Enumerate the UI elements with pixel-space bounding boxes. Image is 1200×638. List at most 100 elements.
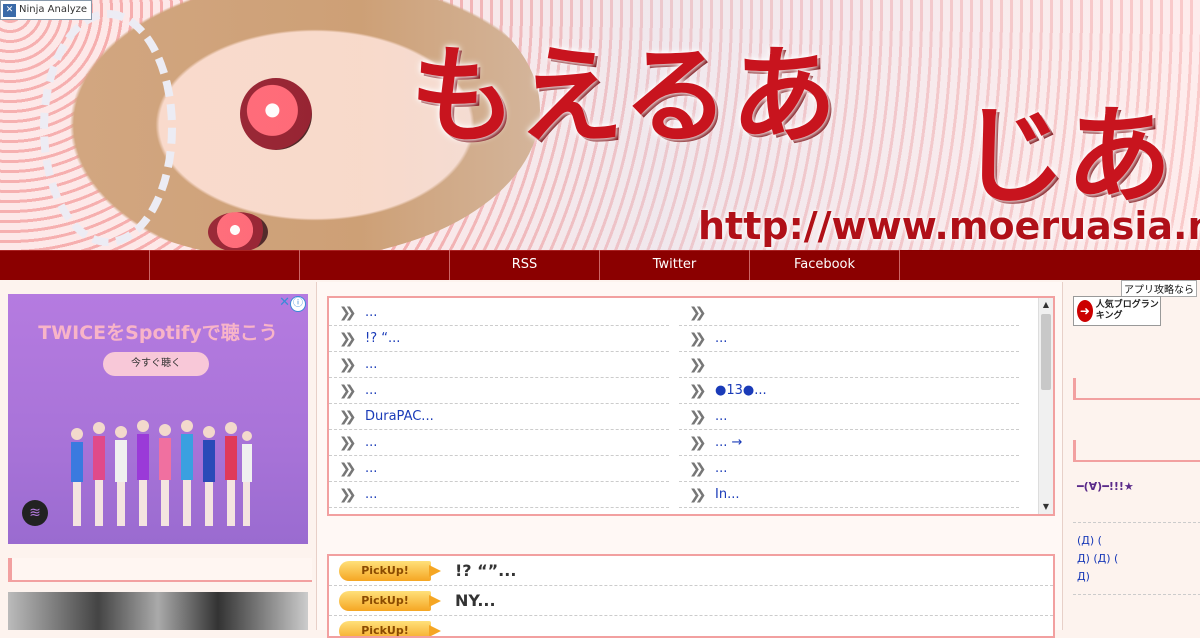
blog-ranking-banner[interactable]: ➜ 人気ブログランキング [1073,296,1161,326]
scroll-down-icon[interactable]: ▼ [1039,500,1053,514]
article-list-box[interactable]: ❯❯... ❯❯ !? “... ❯❯... ❯❯... ❯❯ DuraPAC...… [327,296,1055,516]
ad-title: TWICEをSpotifyで聴こう [8,318,308,345]
pickup-title[interactable]: !? “”... [455,561,516,580]
pickup-item[interactable]: PickUp! !? “”... [329,556,1053,586]
right-separator [1073,522,1200,523]
list-item[interactable]: ❯❯ ... → [679,430,1019,456]
list-item[interactable]: ❯❯... [329,430,669,456]
ninja-icon: ✕ [3,4,16,17]
right-section-heading [1073,440,1200,462]
nav-tab-3[interactable] [300,250,450,280]
nav-tab-1[interactable] [0,250,150,280]
list-item[interactable]: ❯❯... [329,352,669,378]
right-separator [1073,594,1200,595]
scroll-thumb[interactable] [1041,314,1051,390]
double-chevron-icon: ❯❯ [689,461,709,477]
ad-group-photo [63,414,253,534]
double-chevron-icon: ❯❯ [689,305,709,321]
list-item-link[interactable]: ... [365,487,377,502]
spotify-ad-banner[interactable]: ⓘ ✕ TWICEをSpotifyで聴こう 今すぐ聴く ≋ [8,294,308,544]
list-scrollbar[interactable]: ▲ ▼ [1038,298,1053,514]
article-list-left: ❯❯... ❯❯ !? “... ❯❯... ❯❯... ❯❯ DuraPAC...… [329,300,669,508]
pickup-badge: PickUp! [339,561,431,581]
list-item-link[interactable]: In... [715,487,739,502]
pickup-item[interactable]: PickUp! [329,616,1053,638]
left-section-heading [8,558,312,582]
spotify-icon: ≋ [22,500,48,526]
double-chevron-icon: ❯❯ [689,409,709,425]
list-item-link[interactable]: ... [365,305,377,320]
double-chevron-icon: ❯❯ [339,331,359,347]
list-item[interactable]: ❯❯ DuraPAC... [329,404,669,430]
site-title-continued: じあ [960,70,1172,224]
double-chevron-icon: ❯❯ [339,305,359,321]
ranking-icon: ➜ [1077,300,1093,322]
site-url: http://www.moeruasia.net [698,204,1200,248]
list-item[interactable]: ❯❯ !? “... [329,326,669,352]
article-list-right: ❯❯ ❯❯... ❯❯ ❯❯ ●13●... ❯❯... ❯❯ ... → ❯❯..… [679,300,1019,508]
double-chevron-icon: ❯❯ [339,383,359,399]
app-guide-link[interactable]: アプリ攻略なら [1121,280,1197,297]
double-chevron-icon: ❯❯ [689,487,709,503]
nav-tab-facebook[interactable]: Facebook [750,250,900,280]
right-link-line[interactable]: Д) [1077,568,1197,586]
ad-info-icon[interactable]: ⓘ [290,296,306,312]
nav-tab-2[interactable] [150,250,300,280]
list-item-link[interactable]: ... [365,383,377,398]
list-item[interactable]: ❯❯... [329,456,669,482]
double-chevron-icon: ❯❯ [689,357,709,373]
main-content: ❯❯... ❯❯ !? “... ❯❯... ❯❯... ❯❯ DuraPAC...… [317,282,1062,630]
left-sidebar: ⓘ ✕ TWICEをSpotifyで聴こう 今すぐ聴く ≋ [0,282,316,630]
list-item[interactable]: ❯❯... [679,326,1019,352]
list-item[interactable]: ❯❯ [679,352,1019,378]
list-item-link[interactable]: ... [715,461,727,476]
double-chevron-icon: ❯❯ [339,357,359,373]
double-chevron-icon: ❯❯ [689,383,709,399]
ninja-analyze-badge[interactable]: ✕ Ninja Analyze [0,0,92,20]
list-item-link[interactable]: !? “... [365,331,400,346]
list-item[interactable]: ❯❯ ●13●... [679,378,1019,404]
scroll-up-icon[interactable]: ▲ [1039,298,1053,312]
pickup-badge: PickUp! [339,591,431,611]
list-item[interactable]: ❯❯ [679,300,1019,326]
list-item-link[interactable]: ... [365,357,377,372]
ad-close-icon[interactable]: ✕ [279,295,290,310]
ranking-label: 人気ブログランキング [1096,300,1160,322]
pickup-badge: PickUp! [339,621,431,638]
list-item[interactable]: ❯❯... [679,456,1019,482]
list-item-link[interactable]: DuraPAC... [365,409,434,424]
list-item-link[interactable]: ... [715,331,727,346]
nav-tab-twitter[interactable]: Twitter [600,250,750,280]
double-chevron-icon: ❯❯ [339,487,359,503]
list-item-link[interactable]: ... [715,409,727,424]
list-item[interactable]: ❯❯ In... [679,482,1019,508]
right-sidebar: アプリ攻略なら ➜ 人気ブログランキング ━(∀)━!!!★ (Д) ( Д) … [1062,282,1200,630]
left-article-thumbnail[interactable] [8,592,308,630]
right-link-line[interactable]: Д) (Д) ( [1077,550,1197,568]
pickup-box: PickUp! !? “”... PickUp! NY... PickUp! [327,554,1055,638]
list-item-link[interactable]: ... [365,435,377,450]
list-item-link[interactable]: ... [365,461,377,476]
ninja-label: Ninja Analyze [19,1,87,19]
site-header-banner[interactable]: もえるあ じあ http://www.moeruasia.net ✕ Ninja… [0,0,1200,250]
pickup-title[interactable]: NY... [455,591,496,610]
site-title: もえるあ [410,10,839,164]
right-link-2[interactable]: (Д) ( Д) (Д) ( Д) [1077,532,1197,586]
right-link-line[interactable]: (Д) ( [1077,532,1197,550]
list-item[interactable]: ❯❯... [679,404,1019,430]
list-item-link[interactable]: ●13●... [715,383,767,398]
double-chevron-icon: ❯❯ [689,435,709,451]
list-item[interactable]: ❯❯... [329,300,669,326]
pickup-item[interactable]: PickUp! NY... [329,586,1053,616]
list-item-link[interactable]: ... → [715,435,742,450]
main-nav: RSS Twitter Facebook [0,250,1200,280]
ad-listen-button[interactable]: 今すぐ聴く [103,352,209,376]
list-item[interactable]: ❯❯... [329,378,669,404]
double-chevron-icon: ❯❯ [339,409,359,425]
double-chevron-icon: ❯❯ [339,435,359,451]
right-section-heading [1073,378,1200,400]
nav-tab-rss[interactable]: RSS [450,250,600,280]
double-chevron-icon: ❯❯ [339,461,359,477]
list-item[interactable]: ❯❯... [329,482,669,508]
right-link-1[interactable]: ━(∀)━!!!★ [1077,480,1134,493]
